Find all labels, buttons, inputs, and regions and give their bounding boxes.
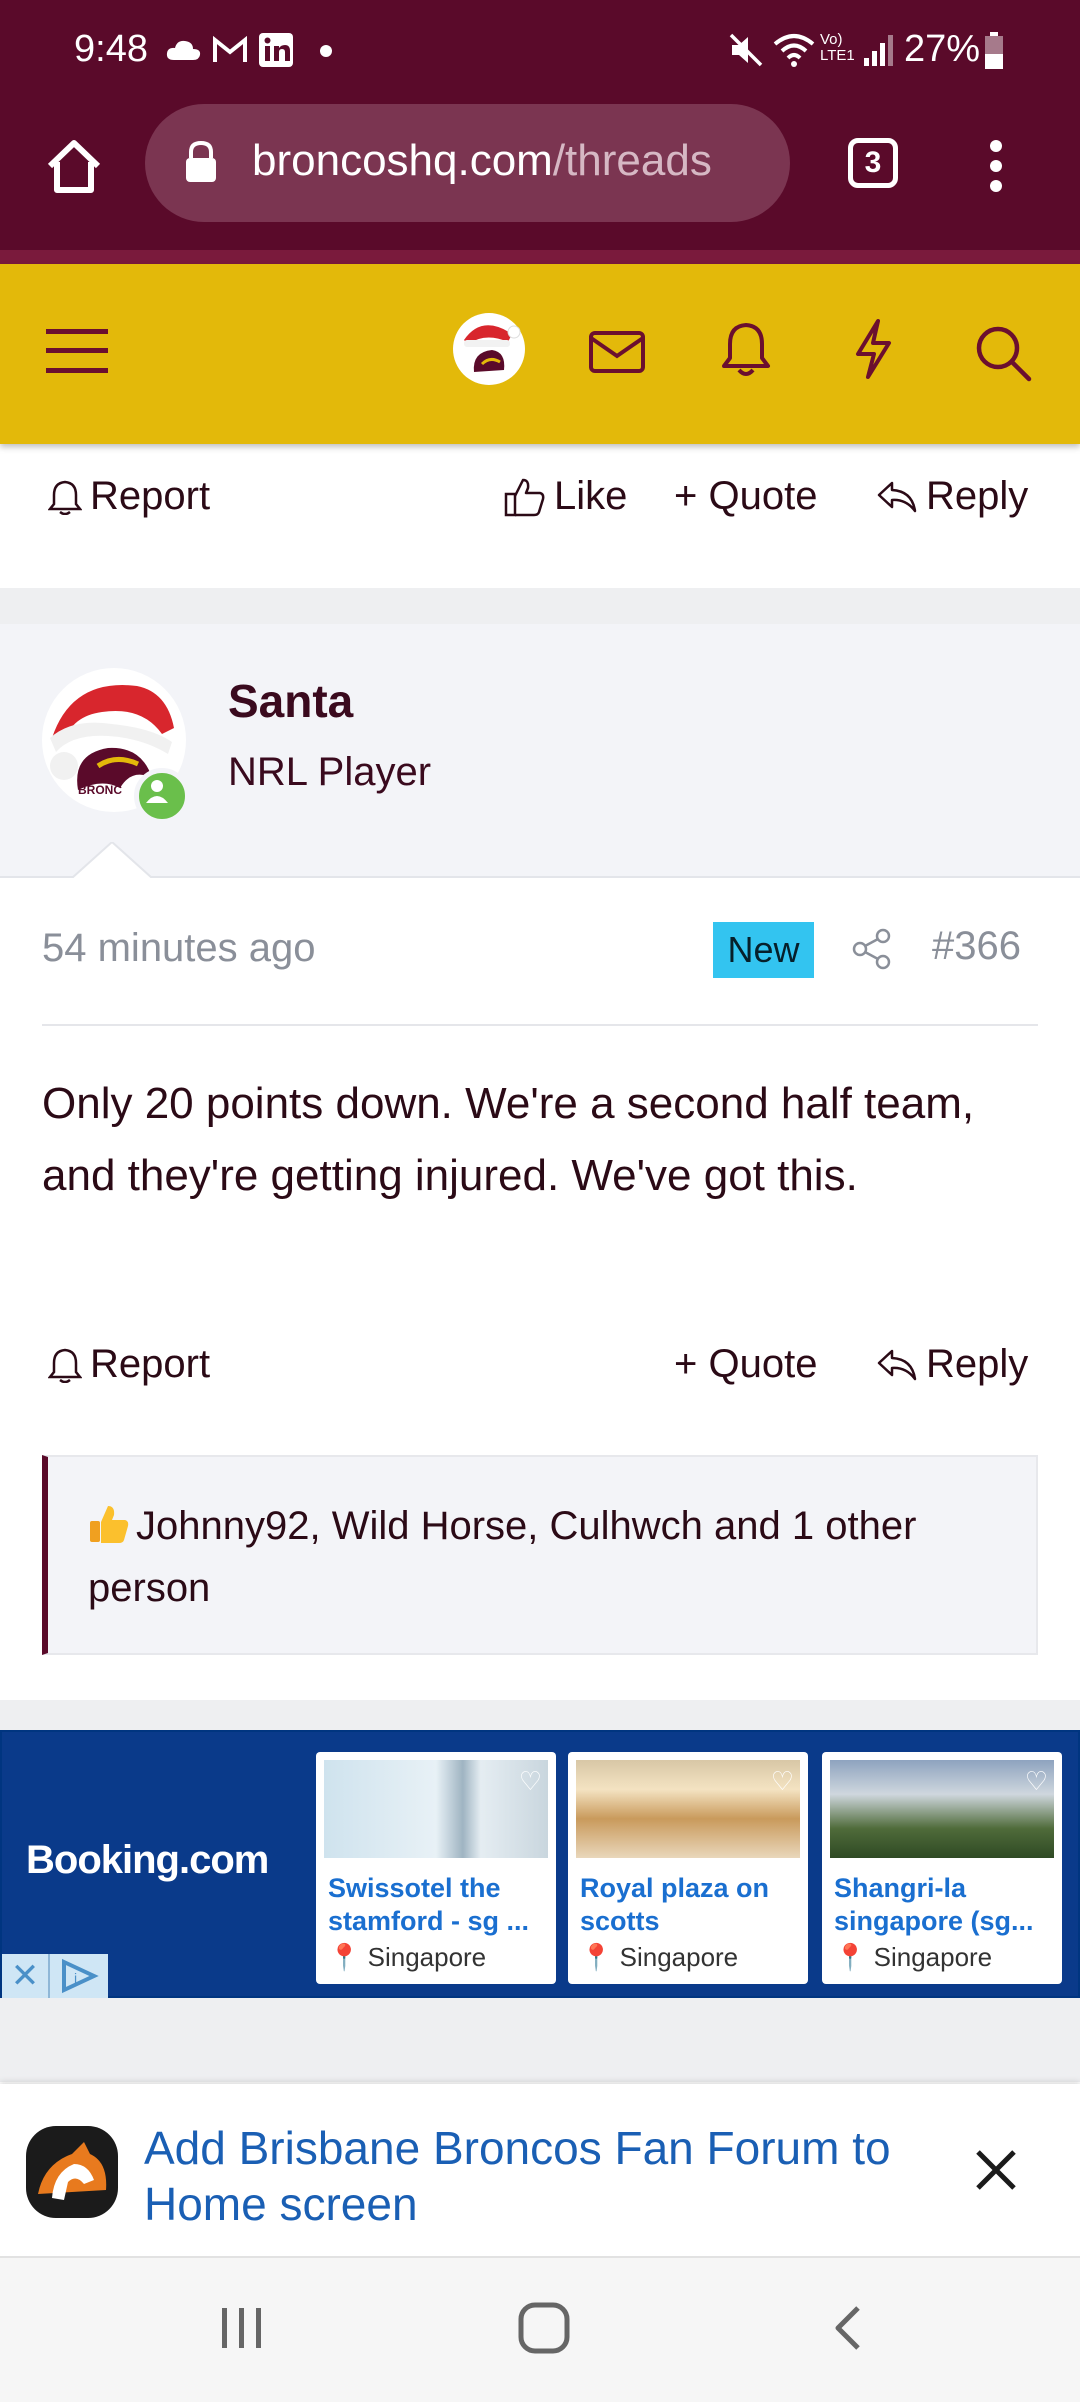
- author-name[interactable]: Santa: [228, 674, 353, 728]
- status-bar: 9:48 Vo) LTE1 27%: [0, 0, 1080, 100]
- hotel-title: Royal plaza on scotts: [580, 1873, 770, 1936]
- reactions-list: Johnny92, Wild Horse, Culhwch and 1 othe…: [88, 1495, 1008, 1619]
- report-button-prev[interactable]: Report: [48, 474, 210, 519]
- lock-icon: [186, 140, 216, 182]
- url-path: /threads: [552, 136, 712, 185]
- tab-count-button[interactable]: 3: [848, 138, 898, 188]
- dot-icon: [320, 45, 332, 57]
- reply-button-prev[interactable]: Reply: [876, 474, 1028, 519]
- messages-icon[interactable]: [588, 330, 646, 374]
- post-number[interactable]: #366: [932, 924, 1021, 969]
- reply-button[interactable]: Reply: [876, 1342, 1028, 1387]
- next-post-peek: [0, 1998, 1080, 2082]
- quote-button[interactable]: + Quote: [674, 1342, 817, 1387]
- cloud-icon: [166, 40, 201, 60]
- report-button[interactable]: Report: [48, 1342, 210, 1387]
- add-to-home-text[interactable]: Add Brisbane Broncos Fan Forum to Home s…: [144, 2120, 904, 2232]
- recent-apps-icon[interactable]: [218, 2304, 266, 2352]
- svg-text:BRONC: BRONC: [78, 783, 122, 797]
- heart-icon[interactable]: ♡: [771, 1766, 794, 1797]
- report-label: Report: [90, 1342, 211, 1386]
- post-timestamp[interactable]: 54 minutes ago: [42, 926, 316, 971]
- quote-label: + Quote: [674, 474, 818, 518]
- ad-card[interactable]: Shangri-la singapore (sg... 📍 Singapore …: [822, 1752, 1062, 1984]
- volte-label: Vo) LTE1: [820, 31, 855, 64]
- quote-label: + Quote: [674, 1342, 818, 1386]
- battery-icon: [985, 32, 1003, 69]
- system-nav-bar: [0, 2256, 1080, 2402]
- linkedin-icon: [259, 33, 293, 67]
- url-bar[interactable]: broncoshq.com/threads: [145, 104, 790, 222]
- header-strip: [0, 250, 1080, 264]
- forum-header: [0, 264, 1080, 444]
- search-icon[interactable]: [974, 324, 1032, 382]
- ad-card[interactable]: Swissotel the stamford - sg ... 📍 Singap…: [316, 1752, 556, 1984]
- booking-logo[interactable]: Booking.com: [26, 1838, 269, 1883]
- post-body: Only 20 points down. We're a second half…: [42, 1079, 975, 1200]
- bell-icon: [48, 480, 82, 515]
- ad-card[interactable]: Royal plaza on scotts 📍 Singapore ♡: [568, 1752, 808, 1984]
- svg-text:i: i: [74, 1970, 77, 1986]
- reply-label: Reply: [926, 474, 1029, 518]
- ad-close-icon[interactable]: ✕: [2, 1954, 50, 1998]
- online-status-icon: [134, 768, 190, 824]
- like-label: Like: [554, 474, 628, 518]
- add-to-home-banner[interactable]: Add Brisbane Broncos Fan Forum to Home s…: [0, 2084, 1080, 2256]
- alerts-icon[interactable]: [720, 320, 772, 380]
- thumbs-up-emoji-icon: [90, 1506, 129, 1543]
- share-icon[interactable]: [852, 928, 892, 970]
- status-time: 9:48: [74, 28, 148, 70]
- new-badge: New: [713, 922, 814, 978]
- quote-button-prev[interactable]: + Quote: [674, 474, 817, 519]
- ad-choices[interactable]: ✕ i: [2, 1954, 108, 1998]
- battery-percent: 27%: [904, 28, 981, 70]
- whats-new-icon[interactable]: [852, 318, 894, 380]
- reactions-names: Johnny92, Wild Horse, Culhwch and 1 othe…: [88, 1504, 917, 1610]
- heart-icon[interactable]: ♡: [519, 1766, 542, 1797]
- reply-arrow-icon: [877, 481, 917, 512]
- url-text: broncoshq.com/threads: [252, 136, 712, 186]
- hotel-location: 📍 Singapore: [834, 1942, 993, 1972]
- bell-icon: [48, 1348, 82, 1383]
- hotel-title: Swissotel the stamford - sg ...: [328, 1873, 530, 1936]
- url-domain: broncoshq.com: [252, 136, 553, 185]
- app-icon: [26, 2126, 118, 2218]
- thumbs-up-icon: [504, 478, 545, 516]
- user-avatar-icon[interactable]: [452, 312, 526, 386]
- hamburger-menu-icon[interactable]: [46, 326, 108, 376]
- hotel-location: 📍 Singapore: [328, 1942, 487, 1972]
- reply-arrow-icon: [877, 1349, 917, 1380]
- reactions-bar[interactable]: Johnny92, Wild Horse, Culhwch and 1 othe…: [42, 1455, 1038, 1655]
- hotel-photo: [830, 1760, 1054, 1858]
- gmail-icon: [213, 36, 247, 62]
- author-pointer: [72, 842, 152, 878]
- hotel-photo: [324, 1760, 548, 1858]
- heart-icon[interactable]: ♡: [1025, 1766, 1048, 1797]
- adchoices-icon[interactable]: i: [50, 1954, 106, 1998]
- hotel-location: 📍 Singapore: [580, 1942, 739, 1972]
- mute-icon: [729, 33, 763, 67]
- booking-ad[interactable]: Booking.com ✕ i Swissotel the stamford -…: [0, 1730, 1080, 1998]
- author-role: NRL Player: [228, 750, 432, 794]
- reply-label: Reply: [926, 1342, 1029, 1386]
- back-icon[interactable]: [828, 2304, 868, 2352]
- close-icon[interactable]: [974, 2148, 1018, 2192]
- hotel-title: Shangri-la singapore (sg...: [834, 1873, 1034, 1936]
- post-separator: [0, 588, 1080, 624]
- ad-spacer: [0, 1700, 1080, 1730]
- like-button-prev[interactable]: Like: [504, 474, 627, 519]
- report-label: Report: [90, 474, 211, 518]
- hotel-photo: [576, 1760, 800, 1858]
- meta-divider: [42, 1024, 1038, 1026]
- more-menu-icon[interactable]: [982, 136, 1010, 196]
- home-icon[interactable]: [44, 136, 104, 196]
- signal-icon: [864, 35, 893, 66]
- wifi-icon: [773, 34, 815, 67]
- home-nav-icon[interactable]: [516, 2300, 572, 2356]
